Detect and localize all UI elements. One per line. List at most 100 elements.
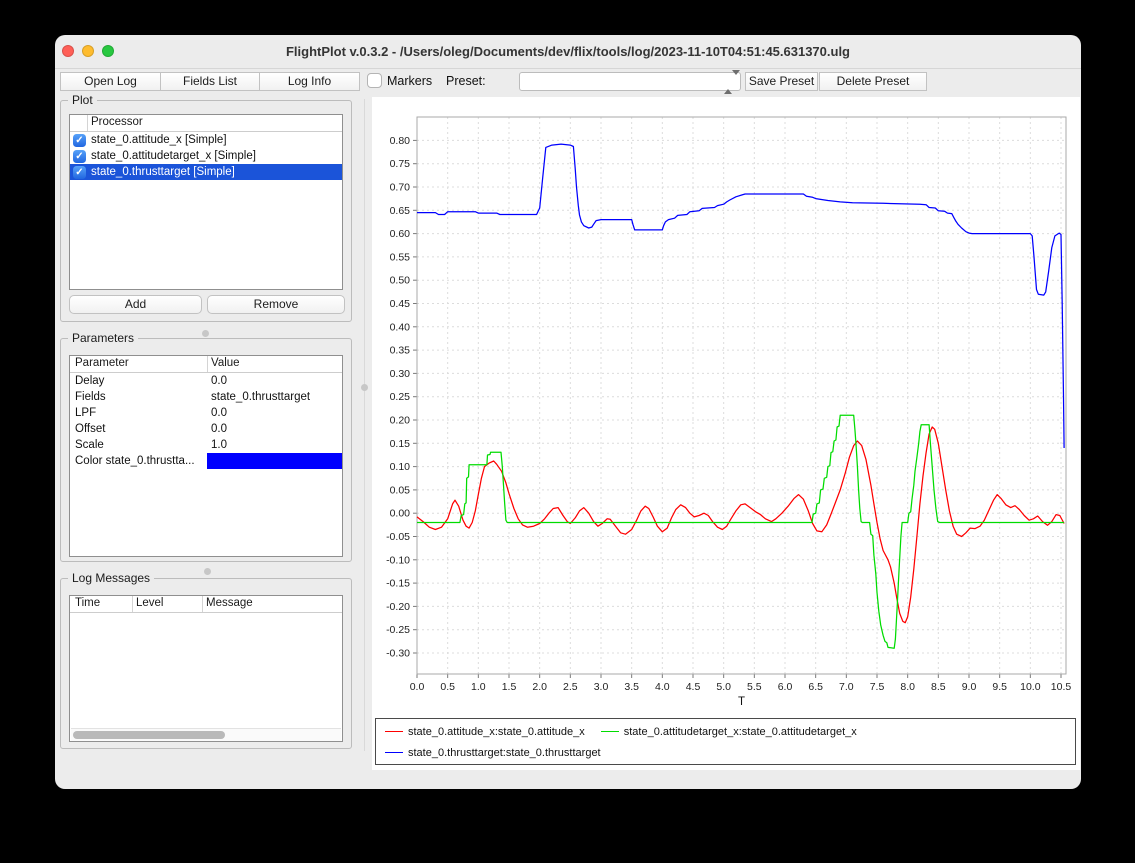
markers-checkbox[interactable] xyxy=(367,73,382,88)
save-preset-button[interactable]: Save Preset xyxy=(745,72,818,91)
x-tick-label: 10.5 xyxy=(1051,681,1072,693)
parameter-row[interactable]: Scale 1.0 xyxy=(70,437,342,453)
header-divider xyxy=(207,356,208,372)
x-tick-label: 6.0 xyxy=(778,681,793,693)
x-tick-label: 7.0 xyxy=(839,681,854,693)
series-line xyxy=(417,427,1064,623)
x-tick-label: 6.5 xyxy=(808,681,823,693)
parameter-row[interactable]: Offset 0.0 xyxy=(70,421,342,437)
y-tick-label: 0.10 xyxy=(390,461,411,473)
legend-item: state_0.attitudetarget_x:state_0.attitud… xyxy=(601,726,857,738)
chart-area[interactable]: 0.800.750.700.650.600.550.500.450.400.35… xyxy=(372,97,1080,770)
fields-list-button[interactable]: Fields List xyxy=(160,72,260,91)
list-item-selected[interactable]: ✓ state_0.thrusttarget [Simple] xyxy=(70,164,342,180)
color-swatch[interactable] xyxy=(207,453,342,469)
checked-checkbox-icon[interactable]: ✓ xyxy=(73,134,86,147)
parameter-name: LPF xyxy=(70,407,207,419)
parameters-table[interactable]: Parameter Value Delay 0.0 Fields state_0… xyxy=(69,355,343,557)
processor-column-header: Processor xyxy=(91,116,143,128)
window-title: FlightPlot v.0.3.2 - /Users/oleg/Documen… xyxy=(55,35,1081,68)
parameters-table-header: Parameter Value xyxy=(70,356,342,373)
y-tick-label: -0.30 xyxy=(386,648,410,660)
x-tick-label: 4.0 xyxy=(655,681,670,693)
markers-label: Markers xyxy=(387,72,432,91)
splitter-handle[interactable] xyxy=(204,568,211,575)
parameter-row[interactable]: LPF 0.0 xyxy=(70,405,342,421)
y-tick-label: 0.30 xyxy=(390,368,411,380)
parameter-value: 0.0 xyxy=(207,375,342,387)
y-tick-label: 0.75 xyxy=(390,158,411,170)
line-chart[interactable]: 0.800.750.700.650.600.550.500.450.400.35… xyxy=(372,97,1080,712)
message-column-header: Message xyxy=(206,597,253,609)
vertical-splitter[interactable] xyxy=(364,99,365,751)
app-window: FlightPlot v.0.3.2 - /Users/oleg/Documen… xyxy=(55,35,1081,789)
parameter-name: Color state_0.thrustta... xyxy=(70,455,207,467)
legend-item: state_0.thrusttarget:state_0.thrusttarge… xyxy=(385,747,601,759)
log-messages-table[interactable]: Time Level Message xyxy=(69,595,343,742)
x-tick-label: 2.0 xyxy=(532,681,547,693)
horizontal-scrollbar[interactable] xyxy=(71,728,341,741)
x-tick-label: 8.5 xyxy=(931,681,946,693)
list-item[interactable]: ✓ state_0.attitudetarget_x [Simple] xyxy=(70,148,342,164)
y-tick-label: -0.05 xyxy=(386,531,410,543)
x-tick-label: 2.5 xyxy=(563,681,578,693)
parameter-row[interactable]: Fields state_0.thrusttarget xyxy=(70,389,342,405)
add-button[interactable]: Add xyxy=(69,295,202,314)
y-tick-label: -0.20 xyxy=(386,601,410,613)
log-messages-panel-title: Log Messages xyxy=(68,571,154,585)
parameter-value: 1.0 xyxy=(207,439,342,451)
y-tick-label: -0.25 xyxy=(386,624,410,636)
remove-button[interactable]: Remove xyxy=(207,295,345,314)
processor-list[interactable]: Processor ✓ state_0.attitude_x [Simple] … xyxy=(69,114,343,290)
x-tick-label: 3.5 xyxy=(624,681,639,693)
parameter-column-header: Parameter xyxy=(75,357,129,369)
y-tick-label: 0.45 xyxy=(390,298,411,310)
header-divider xyxy=(132,596,133,612)
x-tick-label: 1.0 xyxy=(471,681,486,693)
parameter-name: Offset xyxy=(70,423,207,435)
list-item[interactable]: ✓ state_0.attitude_x [Simple] xyxy=(70,132,342,148)
parameter-value: state_0.thrusttarget xyxy=(207,391,342,403)
checked-checkbox-icon[interactable]: ✓ xyxy=(73,166,86,179)
x-tick-label: 9.5 xyxy=(992,681,1007,693)
x-tick-label: 10.0 xyxy=(1020,681,1041,693)
x-tick-label: 8.0 xyxy=(900,681,915,693)
parameters-panel: Parameters Parameter Value Delay 0.0 Fie… xyxy=(60,338,352,562)
parameter-row-color[interactable]: Color state_0.thrustta... xyxy=(70,453,342,469)
splitter-handle[interactable] xyxy=(361,384,368,391)
delete-preset-button[interactable]: Delete Preset xyxy=(819,72,927,91)
log-info-button[interactable]: Log Info xyxy=(259,72,360,91)
scrollbar-thumb[interactable] xyxy=(73,731,225,739)
x-tick-label: 0.5 xyxy=(440,681,455,693)
titlebar: FlightPlot v.0.3.2 - /Users/oleg/Documen… xyxy=(55,35,1081,69)
series-line xyxy=(417,144,1064,448)
chart-legend: state_0.attitude_x:state_0.attitude_x st… xyxy=(375,718,1076,765)
combo-stepper-icon[interactable] xyxy=(724,74,738,89)
time-column-header: Time xyxy=(75,597,100,609)
header-divider xyxy=(202,596,203,612)
checked-checkbox-icon[interactable]: ✓ xyxy=(73,150,86,163)
preset-combobox[interactable] xyxy=(519,72,741,91)
y-tick-label: 0.40 xyxy=(390,321,411,333)
x-tick-label: 4.5 xyxy=(686,681,701,693)
open-log-button[interactable]: Open Log xyxy=(60,72,161,91)
x-tick-label: 7.5 xyxy=(870,681,885,693)
splitter-handle[interactable] xyxy=(202,330,209,337)
x-tick-label: 3.0 xyxy=(594,681,609,693)
y-tick-label: 0.60 xyxy=(390,228,411,240)
parameter-row[interactable]: Delay 0.0 xyxy=(70,373,342,389)
y-tick-label: -0.10 xyxy=(386,554,410,566)
preset-label: Preset: xyxy=(446,72,486,91)
parameter-name: Delay xyxy=(70,375,207,387)
level-column-header: Level xyxy=(136,597,164,609)
parameters-panel-title: Parameters xyxy=(68,331,138,345)
x-tick-label: 5.0 xyxy=(716,681,731,693)
plot-panel-title: Plot xyxy=(68,93,97,107)
y-tick-label: 0.50 xyxy=(390,275,411,287)
y-tick-label: 0.80 xyxy=(390,135,411,147)
log-messages-panel: Log Messages Time Level Message xyxy=(60,578,352,749)
x-tick-label: 0.0 xyxy=(410,681,425,693)
y-tick-label: -0.15 xyxy=(386,578,410,590)
processor-list-header: Processor xyxy=(70,115,342,132)
legend-item: state_0.attitude_x:state_0.attitude_x xyxy=(385,726,585,738)
